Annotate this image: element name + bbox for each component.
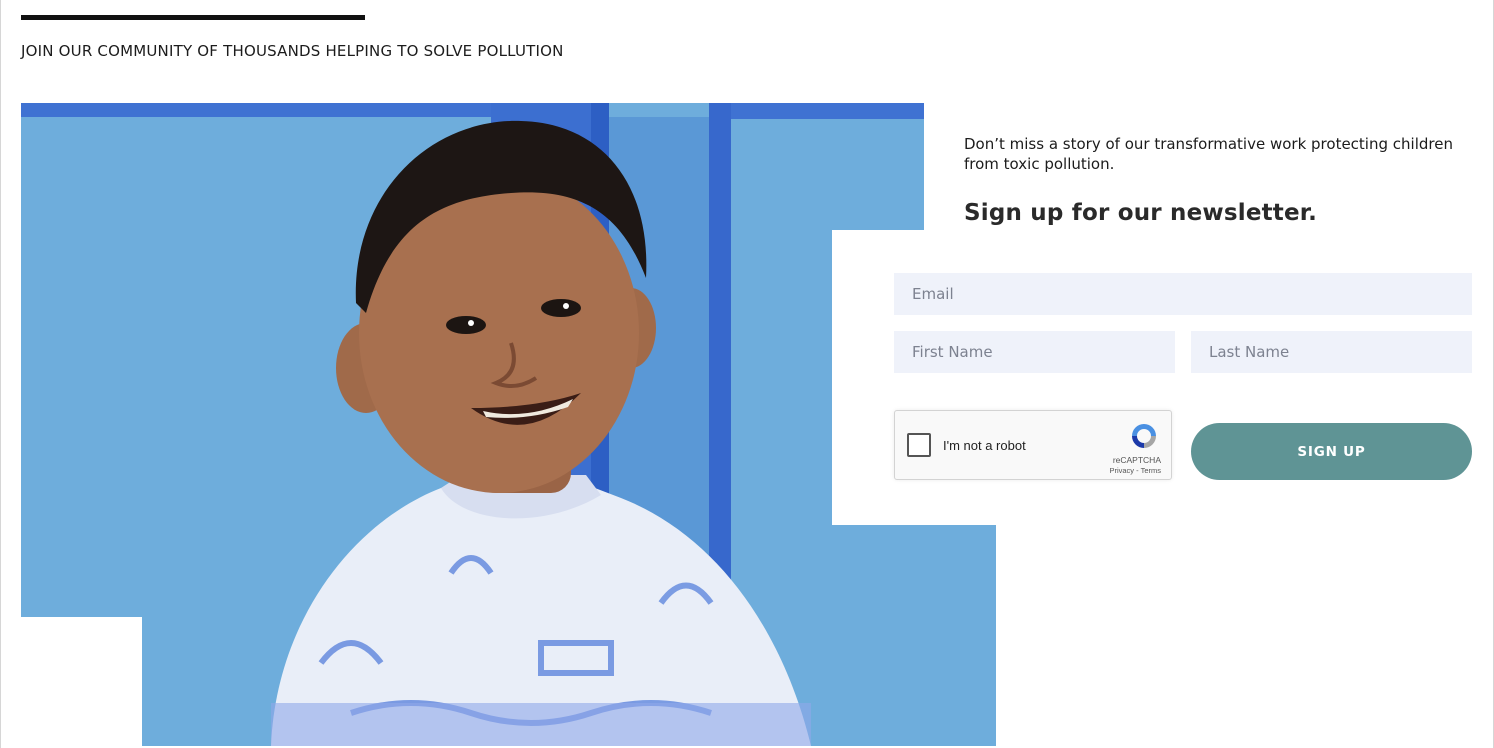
recaptcha-checkbox[interactable] bbox=[907, 433, 931, 457]
recaptcha-links: Privacy - Terms bbox=[1109, 466, 1161, 475]
recaptcha-terms-link[interactable]: Terms bbox=[1141, 466, 1161, 475]
recaptcha-widget: I'm not a robot reCAPTCHA Privacy - Term… bbox=[894, 410, 1172, 480]
page-border-left bbox=[0, 0, 1, 748]
section-kicker: JOIN OUR COMMUNITY OF THOUSANDS HELPING … bbox=[21, 42, 564, 60]
newsletter-headline: Sign up for our newsletter. bbox=[964, 200, 1318, 226]
recaptcha-privacy-link[interactable]: Privacy bbox=[1109, 466, 1134, 475]
recaptcha-brand: reCAPTCHA bbox=[1112, 455, 1161, 465]
section-divider bbox=[21, 15, 365, 20]
sign-up-button[interactable]: SIGN UP bbox=[1191, 423, 1472, 480]
recaptcha-label: I'm not a robot bbox=[943, 438, 1026, 453]
first-name-field[interactable] bbox=[894, 331, 1175, 373]
last-name-field[interactable] bbox=[1191, 331, 1472, 373]
newsletter-intro: Don’t miss a story of our transformative… bbox=[964, 135, 1453, 173]
email-field[interactable] bbox=[894, 273, 1472, 315]
recaptcha-logo-icon bbox=[1132, 424, 1156, 448]
